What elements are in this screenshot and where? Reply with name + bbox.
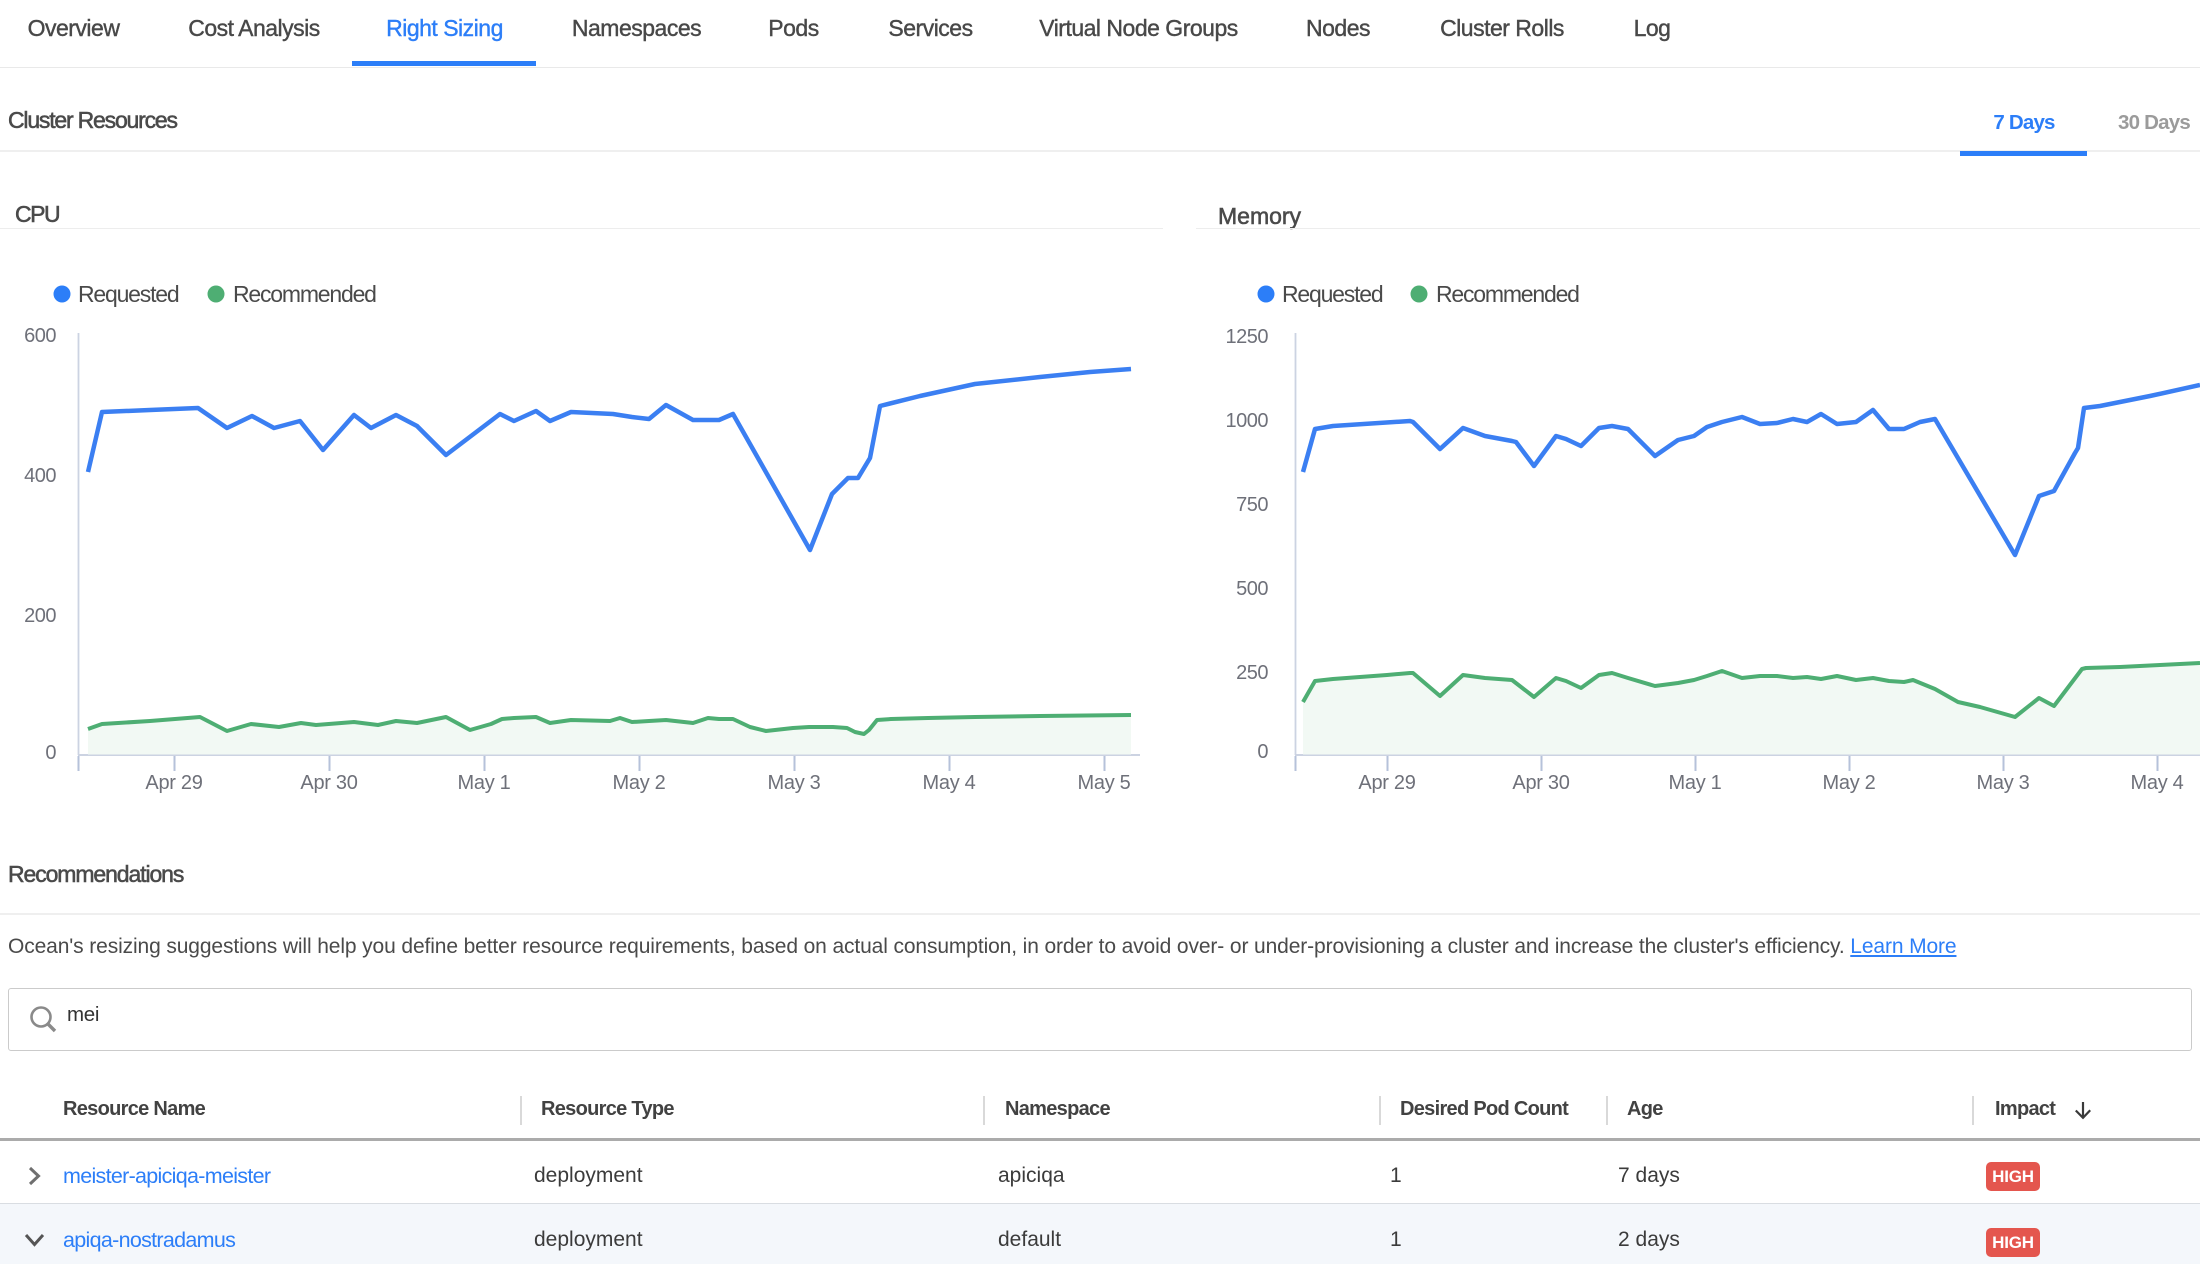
svg-text:May 4: May 4 xyxy=(2131,772,2184,794)
svg-text:500: 500 xyxy=(1236,578,1268,600)
svg-text:Apr 30: Apr 30 xyxy=(300,772,357,794)
svg-text:May 4: May 4 xyxy=(923,772,976,794)
svg-text:1250: 1250 xyxy=(1226,326,1269,348)
svg-text:Recommended: Recommended xyxy=(233,281,376,307)
svg-text:250: 250 xyxy=(1236,662,1268,684)
svg-text:May 3: May 3 xyxy=(1977,772,2030,794)
svg-text:200: 200 xyxy=(24,605,56,627)
svg-text:Requested: Requested xyxy=(1282,281,1383,307)
svg-text:400: 400 xyxy=(24,465,56,487)
svg-text:600: 600 xyxy=(24,325,56,347)
svg-text:May 2: May 2 xyxy=(613,772,666,794)
svg-text:750: 750 xyxy=(1236,494,1268,516)
svg-text:May 5: May 5 xyxy=(1078,772,1131,794)
svg-text:1000: 1000 xyxy=(1226,410,1269,432)
svg-text:0: 0 xyxy=(1257,741,1268,763)
svg-text:May 2: May 2 xyxy=(1823,772,1876,794)
svg-text:0: 0 xyxy=(45,742,56,764)
svg-text:Recommended: Recommended xyxy=(1436,281,1579,307)
svg-text:Apr 29: Apr 29 xyxy=(1358,772,1415,794)
svg-text:Apr 30: Apr 30 xyxy=(1512,772,1569,794)
svg-text:May 3: May 3 xyxy=(768,772,821,794)
svg-text:May 1: May 1 xyxy=(1669,772,1722,794)
svg-text:Apr 29: Apr 29 xyxy=(145,772,202,794)
svg-text:May 1: May 1 xyxy=(458,772,511,794)
svg-text:Requested: Requested xyxy=(78,281,179,307)
